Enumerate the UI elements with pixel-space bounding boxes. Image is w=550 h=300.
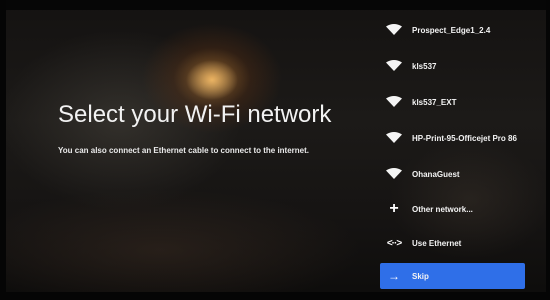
wifi-icon — [380, 168, 408, 180]
use-ethernet-button[interactable]: <··> Use Ethernet — [380, 230, 525, 256]
network-item[interactable]: Prospect_Edge1_2.4 — [380, 17, 525, 43]
network-item[interactable]: HP-Print-95-Officejet Pro 86 — [380, 125, 525, 151]
arrow-right-icon: → — [388, 269, 400, 283]
screen-bezel-top — [0, 0, 550, 10]
tv-screen: Select your Wi-Fi network You can also c… — [0, 0, 550, 300]
network-list: Prospect_Edge1_2.4 kls537 kls537_EXT HP-… — [380, 15, 530, 295]
other-network-button[interactable]: + Other network... — [380, 196, 525, 222]
network-item[interactable]: kls537_EXT — [380, 89, 525, 115]
page-title: Select your Wi-Fi network — [58, 101, 332, 128]
wifi-icon — [380, 24, 408, 36]
network-name: kls537 — [412, 61, 437, 71]
network-name: Prospect_Edge1_2.4 — [412, 25, 491, 35]
network-name: HP-Print-95-Officejet Pro 86 — [412, 133, 517, 143]
network-name: kls537_EXT — [412, 97, 457, 107]
screen-bezel-left — [0, 0, 6, 300]
network-item[interactable]: kls537 — [380, 53, 525, 79]
wifi-icon — [380, 96, 408, 108]
plus-icon: + — [389, 200, 399, 217]
other-network-label: Other network... — [412, 204, 473, 214]
wifi-icon — [380, 60, 408, 72]
skip-label: Skip — [412, 271, 429, 281]
network-item[interactable]: OhanaGuest — [380, 161, 525, 187]
use-ethernet-label: Use Ethernet — [412, 238, 462, 248]
screen-bezel-right — [546, 0, 550, 300]
ethernet-icon: <··> — [386, 237, 402, 249]
skip-button[interactable]: → Skip — [380, 263, 525, 289]
page-subtitle: You can also connect an Ethernet cable t… — [58, 146, 310, 155]
wifi-icon — [380, 132, 408, 144]
network-name: OhanaGuest — [412, 169, 460, 179]
